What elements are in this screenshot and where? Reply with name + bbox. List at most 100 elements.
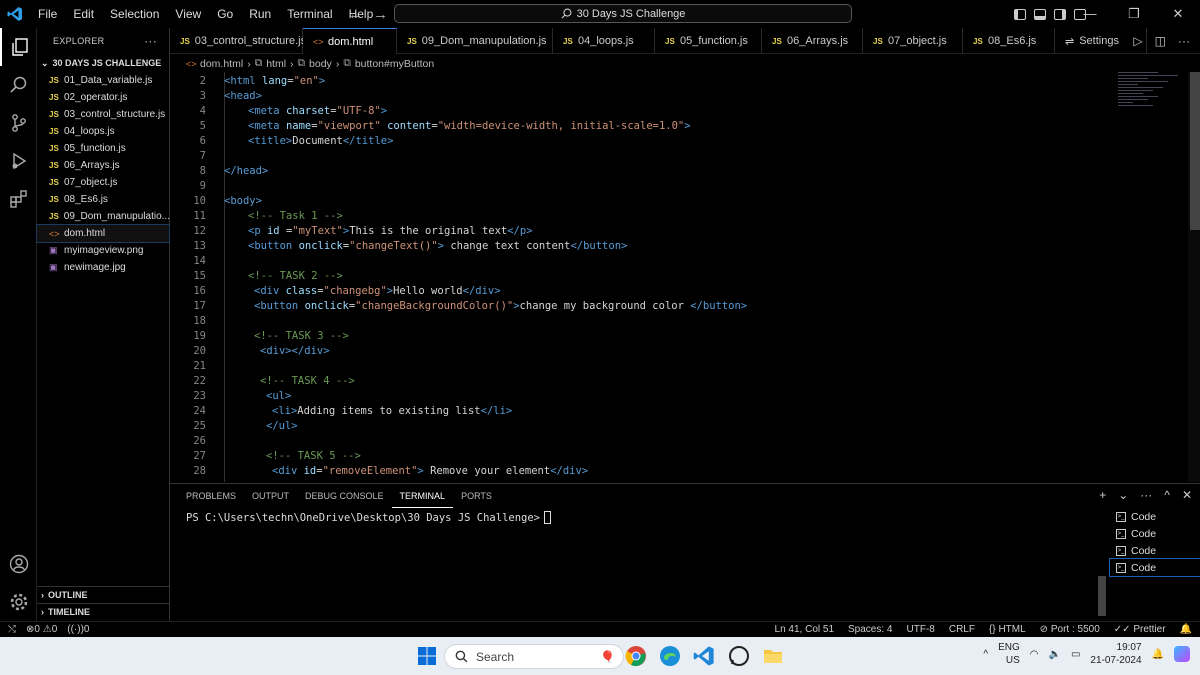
menu-view[interactable]: View [167, 0, 209, 28]
ports-status[interactable]: ((·))0 [67, 624, 89, 635]
source-control-icon[interactable] [0, 104, 37, 142]
vscode-taskbar-icon[interactable] [693, 645, 715, 667]
terminal-instance[interactable]: >_ Code [1110, 542, 1200, 559]
file-item[interactable]: JS 03_control_structure.js [37, 106, 169, 123]
minimap[interactable] [1118, 72, 1188, 132]
clock[interactable]: 19:07 21-07-2024 [1090, 641, 1141, 667]
file-item[interactable]: JS 09_Dom_manupulatio... [37, 208, 169, 225]
wifi-icon[interactable]: ◠ [1030, 649, 1039, 660]
menu-edit[interactable]: Edit [65, 0, 102, 28]
editor-scroll-thumb[interactable] [1190, 72, 1200, 230]
more-actions-icon[interactable]: ··· [1178, 34, 1190, 48]
edge-icon[interactable] [659, 645, 681, 667]
explorer-icon[interactable] [0, 28, 37, 66]
file-item[interactable]: <> dom.html [36, 224, 170, 243]
maximize-panel-button[interactable]: ^ [1164, 488, 1170, 502]
terminal-instance[interactable]: >_ Code [1110, 508, 1200, 525]
run-icon[interactable]: ▷ [1133, 34, 1142, 48]
editor-tab[interactable]: JS 03_control_structure.js [170, 28, 306, 54]
remote-icon[interactable]: ⤭ [8, 624, 16, 635]
editor-scrollbar[interactable] [1188, 72, 1200, 482]
file-item[interactable]: JS 06_Arrays.js [37, 157, 169, 174]
chrome-icon[interactable] [625, 645, 647, 667]
editor-tab[interactable]: JS 04_loops.js [553, 28, 655, 54]
file-item[interactable]: JS 05_function.js [37, 140, 169, 157]
menu-run[interactable]: Run [241, 0, 279, 28]
command-center[interactable]: 30 Days JS Challenge [394, 4, 852, 23]
file-item[interactable]: ▣ myimageview.png [37, 242, 169, 259]
account-icon[interactable] [0, 545, 37, 583]
file-item[interactable]: JS 01_Data_variable.js [37, 72, 169, 89]
tab-terminal[interactable]: TERMINAL [391, 485, 454, 508]
file-item[interactable]: JS 08_Es6.js [37, 191, 169, 208]
run-debug-icon[interactable] [0, 142, 37, 180]
language-indicator[interactable]: ENG US [998, 641, 1020, 667]
whatsapp-icon[interactable] [728, 645, 750, 667]
breadcrumb-body[interactable]: body [309, 58, 332, 70]
editor-tab[interactable]: JS 07_object.js [863, 28, 963, 54]
problems-status[interactable]: ⊗0 ⚠0 [26, 624, 57, 635]
forward-arrow-icon[interactable]: → [373, 6, 388, 23]
editor-tab[interactable]: <> dom.html [303, 28, 397, 54]
taskbar-search[interactable]: Search 🎈 [444, 644, 624, 669]
cursor-position[interactable]: Ln 41, Col 51 [775, 624, 835, 635]
menu-file[interactable]: File [30, 0, 65, 28]
back-arrow-icon[interactable]: ← [348, 6, 363, 23]
volume-icon[interactable]: 🔈 [1048, 649, 1060, 660]
file-item[interactable]: JS 04_loops.js [37, 123, 169, 140]
tab-output[interactable]: OUTPUT [244, 485, 297, 507]
workspace-folder[interactable]: ⌄ 30 DAYS JS CHALLENGE [37, 54, 169, 72]
timeline-section[interactable]: › TIMELINE [37, 603, 170, 620]
close-panel-button[interactable]: ✕ [1182, 488, 1192, 502]
terminal-dropdown-icon[interactable]: ⌄ [1118, 488, 1128, 502]
code-editor[interactable]: 2 <html lang="en"> 3 <head> 4 <meta charset="… [170, 72, 1200, 482]
file-item[interactable]: ▣ newimage.jpg [37, 259, 169, 276]
show-hidden-icons[interactable]: ^ [983, 649, 988, 660]
terminal-scrollbar[interactable] [1098, 576, 1106, 616]
notification-icon[interactable]: 🔔 [1152, 649, 1164, 660]
breadcrumb-file[interactable]: dom.html [200, 58, 243, 70]
new-terminal-button[interactable]: + [1099, 488, 1106, 502]
battery-icon[interactable]: ▭ [1071, 649, 1080, 660]
tab-problems[interactable]: PROBLEMS [178, 485, 244, 507]
toggle-sidebar-icon[interactable] [1014, 8, 1026, 20]
editor-tab[interactable]: JS 06_Arrays.js [762, 28, 863, 54]
file-item[interactable]: JS 02_operator.js [37, 89, 169, 106]
menu-go[interactable]: Go [209, 0, 241, 28]
settings-gear-icon[interactable] [0, 583, 37, 621]
copilot-icon[interactable] [1174, 646, 1190, 662]
explorer-more-button[interactable]: ··· [144, 34, 157, 48]
tab-debug-console[interactable]: DEBUG CONSOLE [297, 485, 392, 507]
split-editor-icon[interactable]: ◫ [1155, 34, 1166, 48]
windows-start-icon[interactable] [416, 645, 438, 667]
close-window-button[interactable]: ✕ [1156, 0, 1200, 28]
toggle-panel-icon[interactable] [1034, 8, 1046, 20]
file-item[interactable]: JS 07_object.js [37, 174, 169, 191]
search-icon[interactable] [0, 66, 37, 104]
panel-more-button[interactable]: ··· [1140, 488, 1152, 502]
encoding[interactable]: UTF-8 [907, 624, 935, 635]
prettier-status[interactable]: ✓✓ Prettier [1114, 624, 1166, 635]
maximize-button[interactable]: ❐ [1112, 0, 1156, 28]
language-mode[interactable]: {} HTML [989, 624, 1026, 635]
indentation[interactable]: Spaces: 4 [848, 624, 892, 635]
editor-tab[interactable]: JS 05_function.js [655, 28, 762, 54]
editor-tab[interactable]: JS 08_Es6.js [963, 28, 1055, 54]
breadcrumb-button[interactable]: button#myButton [355, 58, 434, 70]
editor-tab[interactable]: JS 09_Dom_manupulation.js [397, 28, 553, 54]
breadcrumb-html[interactable]: html [266, 58, 286, 70]
toggle-secondary-sidebar-icon[interactable] [1054, 8, 1066, 20]
outline-section[interactable]: › OUTLINE [37, 586, 170, 603]
menu-selection[interactable]: Selection [102, 0, 167, 28]
file-explorer-icon[interactable] [762, 645, 784, 667]
live-server-port[interactable]: ⊘ Port : 5500 [1040, 624, 1100, 635]
extensions-icon[interactable] [0, 180, 37, 218]
minimize-button[interactable]: — [1068, 0, 1112, 28]
menu-terminal[interactable]: Terminal [279, 0, 340, 28]
tab-ports[interactable]: PORTS [453, 485, 500, 507]
terminal-instance[interactable]: >_ Code [1110, 525, 1200, 542]
terminal-prompt[interactable]: PS C:\Users\techn\OneDrive\Desktop\30 Da… [186, 511, 552, 524]
notifications-bell-icon[interactable]: 🔔 [1180, 624, 1192, 635]
end-of-line[interactable]: CRLF [949, 624, 975, 635]
terminal-instance[interactable]: >_ Code [1109, 558, 1200, 577]
